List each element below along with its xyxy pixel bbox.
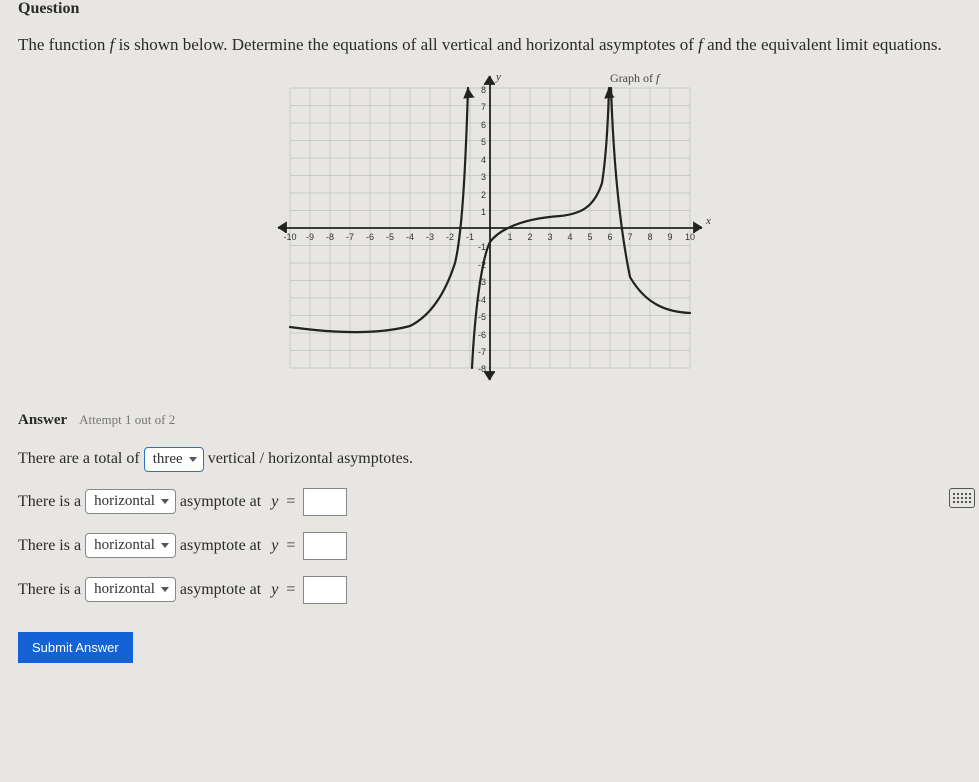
- svg-text:2: 2: [527, 232, 532, 242]
- asymptote-type-value: horizontal: [94, 537, 155, 554]
- answer-label: Answer: [18, 412, 67, 429]
- asymptote-value-input[interactable]: [303, 532, 347, 560]
- submit-button[interactable]: Submit Answer: [18, 632, 133, 663]
- graph-of-f: -10 -9 -8 -7 -6 -5 -4 -3 -2 -1 1 2 3 4 5 6 7 8 9 10 8 7 6 5 4 3…: [250, 68, 730, 388]
- question-heading: Question: [18, 0, 961, 18]
- question-prompt: The function f is shown below. Determine…: [18, 32, 961, 58]
- svg-text:8: 8: [647, 232, 652, 242]
- total-post: vertical / horizontal asymptotes.: [208, 450, 413, 468]
- var-y: y: [271, 581, 278, 599]
- svg-text:x: x: [705, 215, 711, 227]
- asymptote-type-value: horizontal: [94, 493, 155, 510]
- chevron-down-icon: [161, 543, 169, 548]
- svg-text:9: 9: [667, 232, 672, 242]
- asymptote-type-select[interactable]: horizontal: [85, 577, 176, 602]
- equals: =: [286, 537, 295, 555]
- svg-text:3: 3: [480, 172, 485, 182]
- svg-text:-7: -7: [345, 232, 353, 242]
- chevron-down-icon: [161, 499, 169, 504]
- svg-text:7: 7: [480, 102, 485, 112]
- svg-text:-6: -6: [365, 232, 373, 242]
- attempt-counter: Attempt 1 out of 2: [79, 412, 175, 428]
- svg-text:4: 4: [480, 155, 485, 165]
- asymptote-type-select[interactable]: horizontal: [85, 489, 176, 514]
- keyboard-icon[interactable]: [949, 488, 975, 508]
- svg-text:-4: -4: [405, 232, 413, 242]
- svg-text:-4: -4: [477, 295, 485, 305]
- total-pre: There are a total of: [18, 450, 140, 468]
- var-y: y: [271, 537, 278, 555]
- asymptote-type-value: horizontal: [94, 581, 155, 598]
- row-pre: There is a: [18, 581, 81, 599]
- svg-text:-8: -8: [325, 232, 333, 242]
- asymptote-row: There is a horizontal asymptote at y =: [18, 532, 961, 560]
- prompt-text: The function: [18, 35, 110, 54]
- equals: =: [286, 493, 295, 511]
- svg-text:7: 7: [627, 232, 632, 242]
- svg-text:-9: -9: [305, 232, 313, 242]
- chevron-down-icon: [161, 587, 169, 592]
- asymptote-value-input[interactable]: [303, 488, 347, 516]
- svg-text:1: 1: [480, 207, 485, 217]
- svg-text:-8: -8: [477, 364, 485, 374]
- svg-text:3: 3: [547, 232, 552, 242]
- svg-text:-5: -5: [477, 312, 485, 322]
- svg-text:-2: -2: [445, 232, 453, 242]
- svg-text:-10: -10: [283, 232, 296, 242]
- svg-text:-5: -5: [385, 232, 393, 242]
- svg-text:6: 6: [607, 232, 612, 242]
- asymptote-value-input[interactable]: [303, 576, 347, 604]
- svg-text:6: 6: [480, 120, 485, 130]
- svg-text:-1: -1: [477, 242, 485, 252]
- row-pre: There is a: [18, 493, 81, 511]
- svg-text:2: 2: [480, 190, 485, 200]
- svg-text:8: 8: [480, 85, 485, 95]
- prompt-text: is shown below. Determine the equations …: [114, 35, 698, 54]
- svg-text:1: 1: [507, 232, 512, 242]
- svg-text:-7: -7: [477, 347, 485, 357]
- svg-text:5: 5: [480, 137, 485, 147]
- total-asymptote-select[interactable]: three: [144, 447, 204, 472]
- svg-text:-6: -6: [477, 330, 485, 340]
- svg-text:-3: -3: [425, 232, 433, 242]
- svg-text:10: 10: [684, 232, 694, 242]
- asymptote-row: There is a horizontal asymptote at y =: [18, 576, 961, 604]
- svg-text:4: 4: [567, 232, 572, 242]
- asymptote-type-select[interactable]: horizontal: [85, 533, 176, 558]
- equals: =: [286, 581, 295, 599]
- row-pre: There is a: [18, 537, 81, 555]
- row-mid: asymptote at: [180, 537, 261, 555]
- svg-text:-1: -1: [465, 232, 473, 242]
- var-y: y: [271, 493, 278, 511]
- graph-title: Graph of f: [610, 71, 661, 85]
- total-asymptote-value: three: [153, 451, 183, 468]
- chevron-down-icon: [189, 457, 197, 462]
- svg-text:y: y: [495, 71, 501, 83]
- row-mid: asymptote at: [180, 581, 261, 599]
- row-mid: asymptote at: [180, 493, 261, 511]
- prompt-text: and the equivalent limit equations.: [703, 35, 942, 54]
- asymptote-row: There is a horizontal asymptote at y =: [18, 488, 961, 516]
- svg-text:5: 5: [587, 232, 592, 242]
